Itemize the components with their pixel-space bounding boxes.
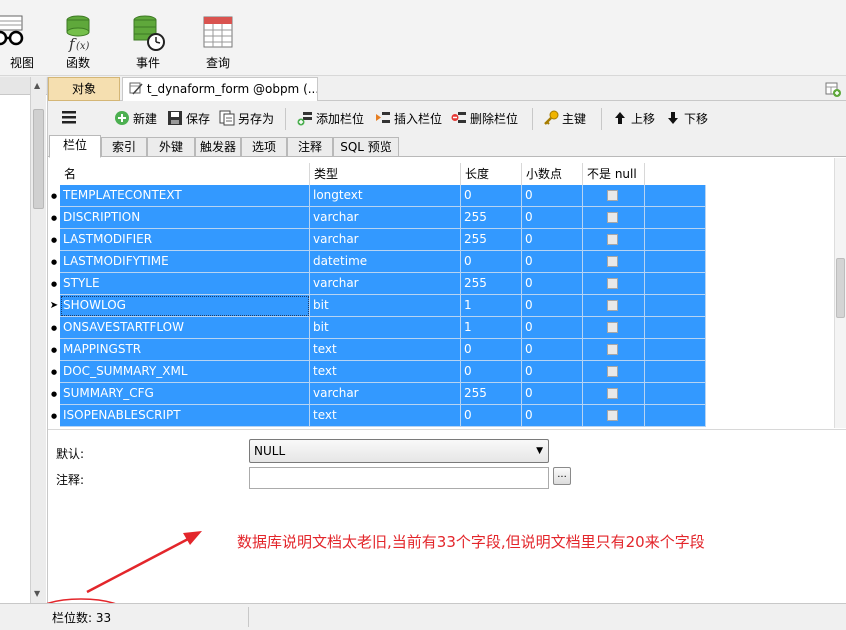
status-separator bbox=[248, 607, 249, 627]
status-bar: 栏位数: 33 bbox=[0, 603, 846, 630]
annotation-arrow-head bbox=[183, 531, 202, 545]
annotation-note: 数据库说明文档太老旧,当前有33个字段,但说明文档里只有20来个字段 bbox=[237, 533, 705, 551]
navicat-window: 视图 f (x) 函数 事件 查询 ▲ ▼ 对象 t_dynaform_form… bbox=[0, 0, 846, 630]
annotation-arrow-line bbox=[86, 536, 191, 594]
field-count: 栏位数: 33 bbox=[52, 611, 112, 625]
